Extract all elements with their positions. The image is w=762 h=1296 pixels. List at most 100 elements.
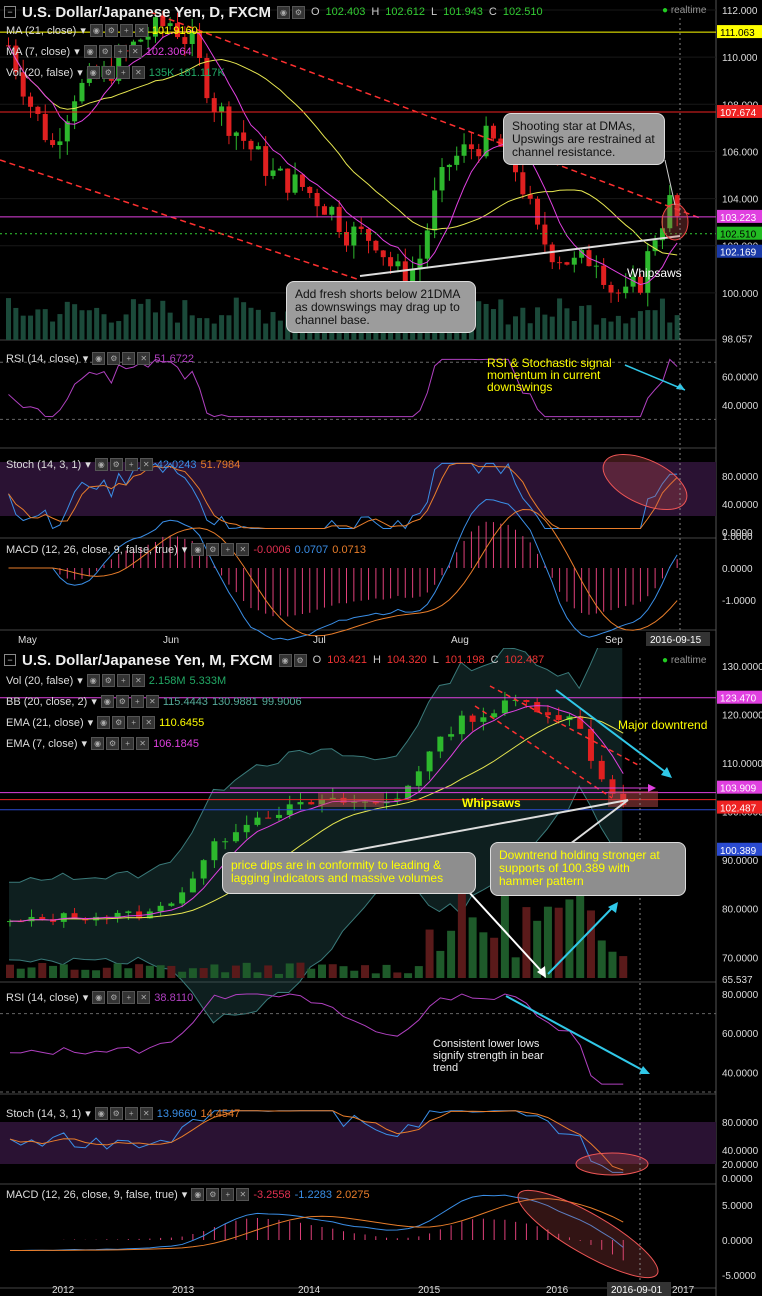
price-marker-text: 103.223	[720, 213, 757, 224]
volume-bar	[361, 965, 370, 978]
volume-bar	[564, 308, 570, 340]
candle-body	[437, 736, 444, 752]
volume-bar	[637, 311, 643, 340]
volume-bar	[468, 917, 477, 978]
rsi-tick: 60.0000	[722, 1029, 759, 1040]
ind-rsi-top[interactable]: RSI (14, close) ▾ ◉ ⚙ + ✕ 51.6722	[6, 352, 194, 365]
stoch-tick: 40.0000	[722, 1146, 759, 1157]
volume-bar	[101, 314, 107, 340]
price-tick-label: 130.0000	[722, 662, 762, 673]
price-marker-text: 102.487	[720, 804, 757, 815]
volume-bar	[630, 317, 636, 340]
high-label: H	[371, 6, 380, 18]
price-tick-label: 65.537	[722, 975, 753, 986]
price-tick-label: 110.000	[722, 53, 758, 64]
candle-body	[226, 106, 232, 136]
volume-bar	[264, 965, 273, 978]
candle-body	[297, 802, 304, 805]
candle-body	[358, 226, 364, 229]
volume-bar	[542, 314, 548, 340]
top-title-toolbar[interactable]: ◉ ⚙	[276, 5, 305, 19]
macd-tick: 0.0000	[722, 1236, 753, 1247]
candle-body	[458, 715, 465, 735]
candle-body	[439, 167, 445, 191]
ind-ma21[interactable]: MA (21, close) ▾ ◉ ⚙ + ✕ 101.9160	[6, 24, 198, 37]
volume-bar	[130, 299, 136, 340]
candle-body	[50, 140, 56, 146]
volume-bar	[328, 964, 337, 978]
ind-stoch-bottom[interactable]: Stoch (14, 3, 1) ▾ ◉ ⚙ + ✕ 13.9660 14.4547	[6, 1107, 240, 1120]
ind-rsi-bottom[interactable]: RSI (14, close) ▾ ◉ ⚙ + ✕ 38.8110	[6, 991, 193, 1004]
macd-tick: 1.0000	[722, 532, 753, 543]
ind-ema21[interactable]: EMA (21, close) ▾ ◉ ⚙ + ✕ 110.6455	[6, 716, 204, 729]
ind-macd-top[interactable]: MACD (12, 26, close, 9, false, true) ▾ ◉…	[6, 543, 366, 556]
ind-macd-bottom[interactable]: MACD (12, 26, close, 9, false, true) ▾ ◉…	[6, 1188, 370, 1201]
volume-bar	[554, 907, 563, 978]
candle-body	[454, 155, 460, 165]
ind-ema7[interactable]: EMA (7, close) ▾ ◉ ⚙ + ✕ 106.1845	[6, 737, 199, 750]
price-marker-text: 123.470	[720, 694, 757, 705]
rsi-tick: 80.0000	[722, 990, 759, 1001]
settings-icon: ⚙	[293, 653, 307, 667]
rsi-tick: 40.0000	[722, 401, 759, 412]
candle-body	[415, 771, 422, 786]
x-axis-label: 2014	[298, 1285, 321, 1296]
high-value: 102.612	[385, 6, 426, 18]
volume-bar	[576, 891, 585, 978]
stoch-tick: 20.0000	[722, 1160, 759, 1171]
volume-bar	[13, 307, 19, 340]
ind-vol-bottom[interactable]: Vol (20, false) ▾ ◉ ⚙ + ✕ 2.158M 5.333M	[6, 674, 226, 687]
volume-bar	[72, 304, 78, 340]
volume-bar	[64, 301, 70, 340]
whipsaw-zone-1	[318, 793, 384, 807]
candle-body	[523, 699, 530, 703]
ind-ma7[interactable]: MA (7, close) ▾ ◉ ⚙ + ✕ 102.3064	[6, 45, 192, 58]
volume-bar	[667, 322, 673, 340]
eye-icon: ◉	[278, 653, 292, 667]
open-label: O	[310, 6, 320, 18]
collapse-icon[interactable]: −	[4, 654, 16, 666]
x-axis-label: May	[18, 635, 37, 646]
candle-body	[200, 860, 207, 879]
volume-bar	[16, 968, 25, 978]
collapse-icon[interactable]: −	[4, 6, 16, 18]
candle-body	[35, 106, 41, 114]
low-value: 101.198	[444, 654, 485, 666]
volume-bar	[615, 315, 621, 340]
candle-body	[248, 140, 254, 150]
candle-body	[468, 144, 474, 150]
candle-body	[448, 734, 455, 737]
bottom-header: − U.S. Dollar/Japanese Yen, M, FXCM ◉ ⚙ O…	[4, 650, 544, 670]
ind-stoch-top[interactable]: Stoch (14, 3, 1) ▾ ◉ ⚙ + ✕ 42.0243 51.7984	[6, 458, 240, 471]
ind-bb[interactable]: BB (20, close, 2) ▾ ◉ ⚙ + ✕ 115.4443 130.98…	[6, 695, 302, 708]
candle-body	[469, 715, 476, 722]
volume-bar	[382, 964, 391, 978]
volume-bar	[393, 972, 402, 978]
candle-body	[314, 193, 320, 207]
macd-tick: 5.0000	[722, 1201, 753, 1212]
macd-tick: -1.0000	[722, 596, 756, 607]
volume-bar	[42, 309, 48, 340]
volume-bar	[59, 964, 68, 978]
bottom-title-toolbar[interactable]: ◉ ⚙	[278, 653, 307, 667]
close-value: 102.510	[502, 6, 543, 18]
volume-bar	[414, 966, 423, 978]
volume-bar	[70, 969, 79, 978]
candle-body	[263, 146, 269, 176]
stoch-highlight	[575, 1152, 649, 1176]
candle-body	[254, 817, 261, 825]
price-marker-text: 100.389	[720, 846, 757, 857]
x-axis-label: 2013	[172, 1285, 195, 1296]
candle-body	[222, 841, 229, 843]
candle-body	[380, 250, 386, 258]
candle-body	[476, 149, 482, 157]
volume-bar	[608, 321, 614, 340]
volume-bar	[175, 322, 180, 340]
volume-bar	[167, 312, 173, 340]
volume-bar	[597, 940, 606, 978]
candle-body	[336, 206, 342, 233]
ind-vol-top[interactable]: Vol (20, false) ▾ ◉ ⚙ + ✕ 135K 181.117K	[6, 66, 225, 79]
volume-bar	[211, 323, 217, 340]
top-whipsaws-label: Whipsaws	[627, 266, 682, 280]
volume-bar	[350, 970, 359, 978]
